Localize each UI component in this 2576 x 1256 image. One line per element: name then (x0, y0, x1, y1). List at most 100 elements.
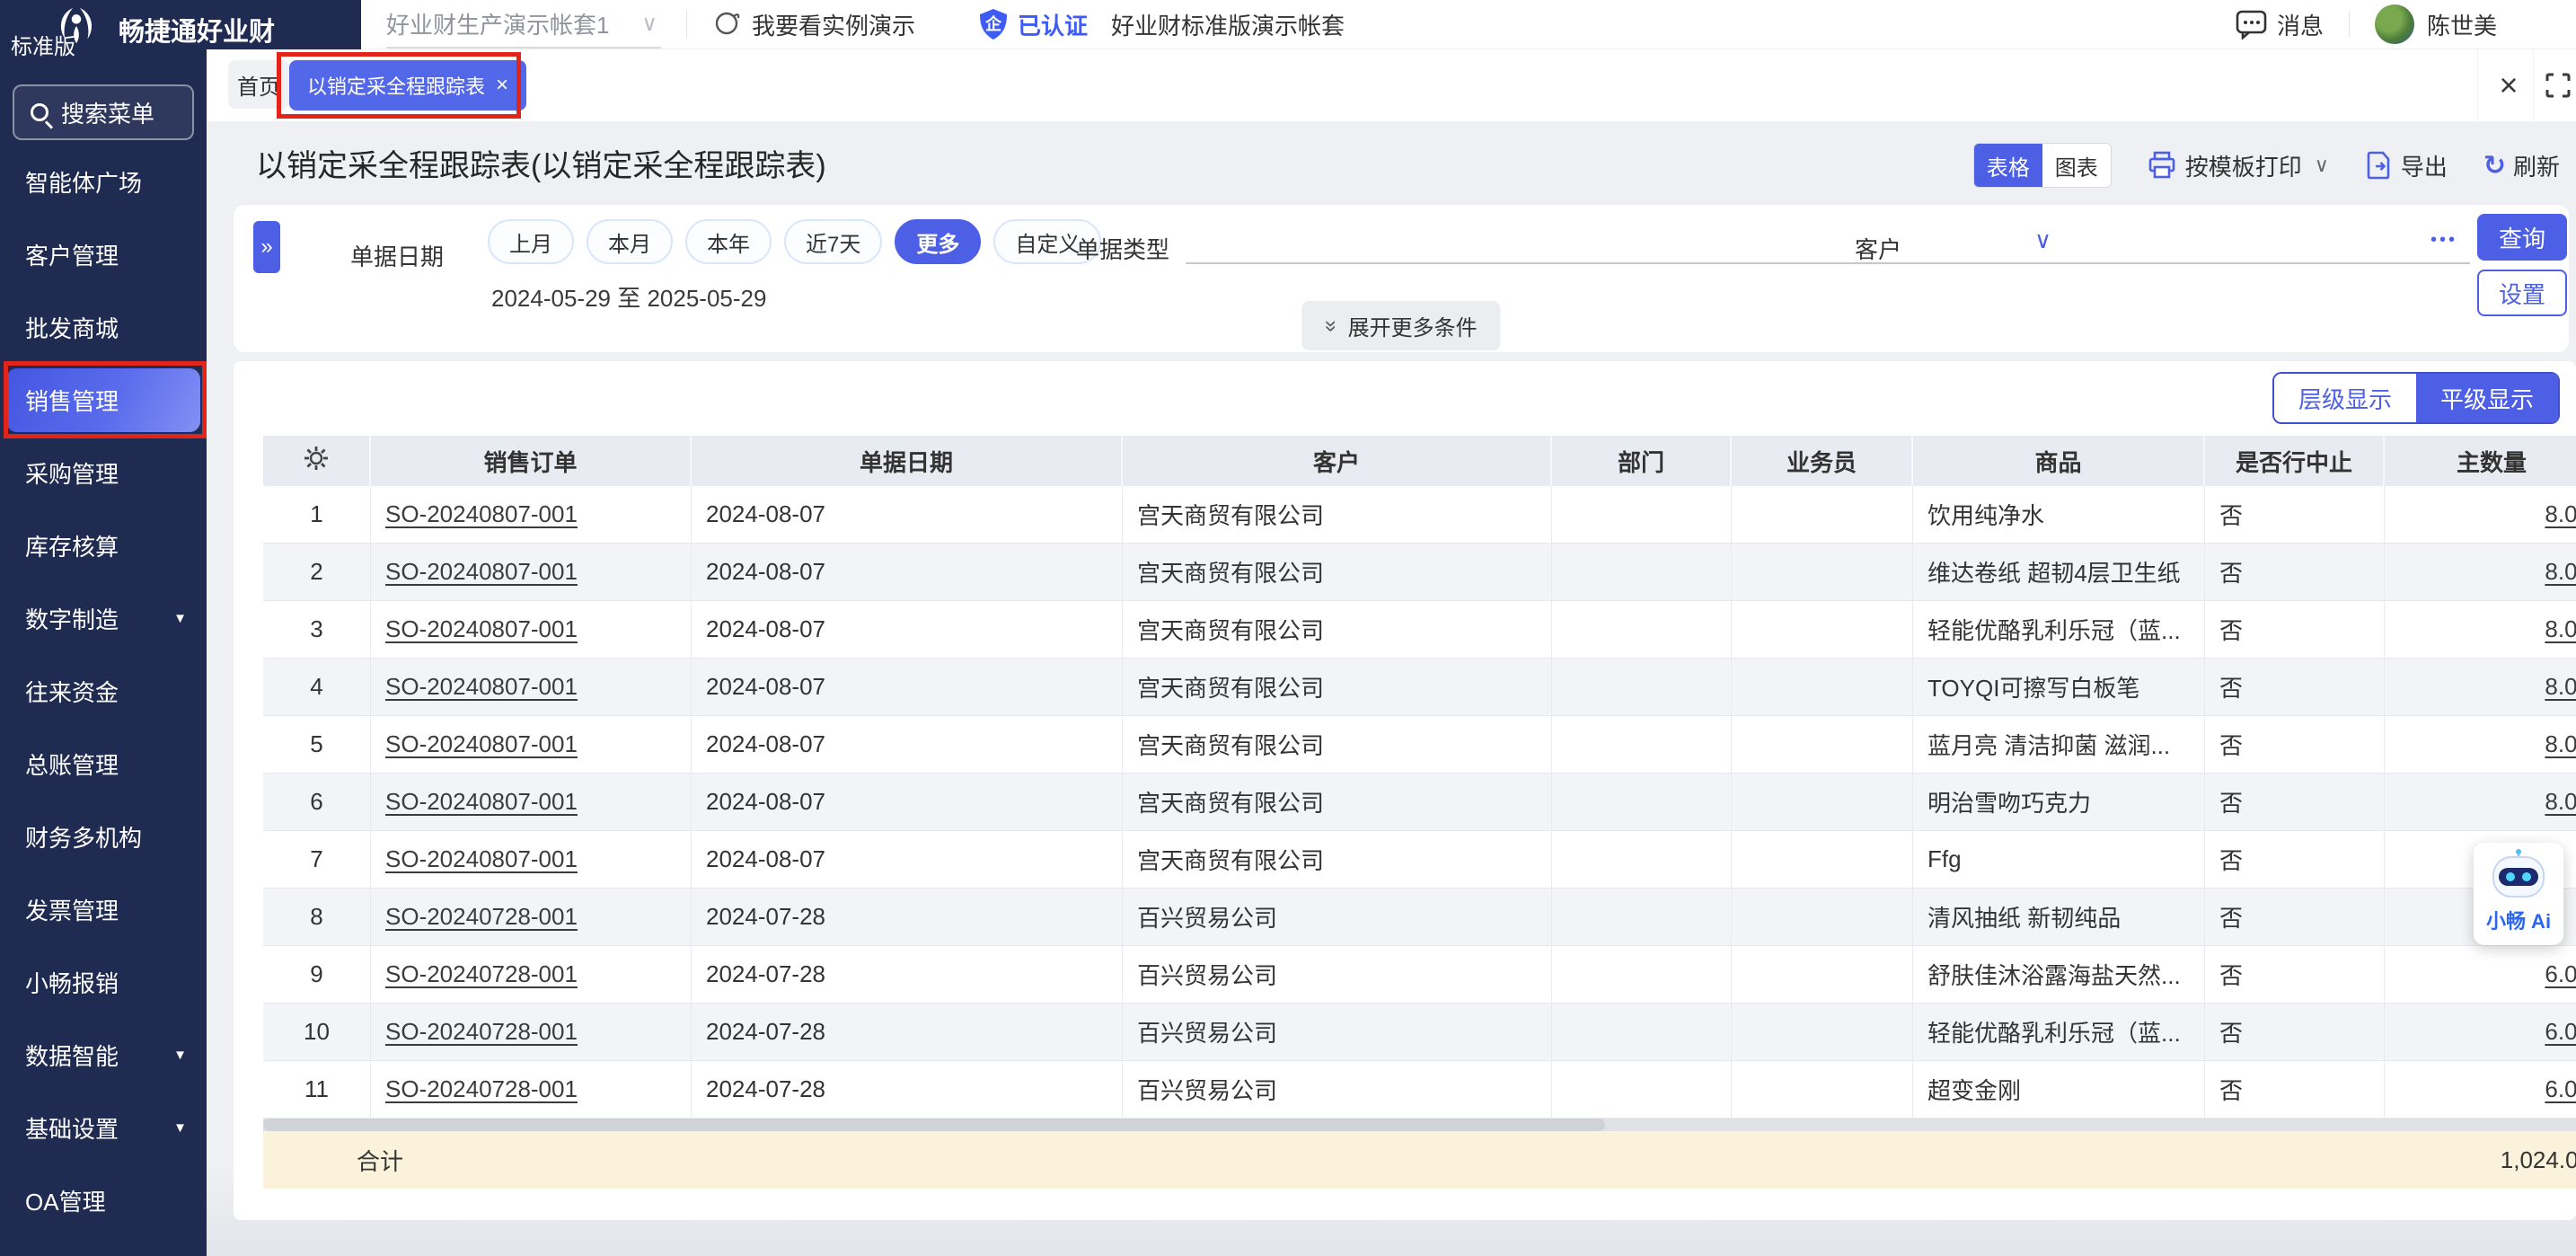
qty-link[interactable]: 8.00 (2545, 558, 2576, 585)
qty-link[interactable]: 6.00 (2545, 1018, 2576, 1045)
column-settings-button[interactable] (263, 436, 371, 486)
order-link[interactable]: SO-20240807-001 (385, 845, 578, 872)
more-options-icon[interactable]: ••• (2430, 230, 2457, 251)
sidebar-item[interactable]: 销售管理 (0, 364, 207, 437)
table-cell: 轻能优酪乳利乐冠（蓝... (1913, 601, 2205, 659)
sidebar-item[interactable]: OA管理 (0, 1164, 207, 1237)
avatar[interactable] (2375, 4, 2414, 44)
tab-active-report[interactable]: 以销定采全程跟踪表 × (289, 60, 526, 111)
table-row: 3SO-20240807-0012024-08-07宫天商贸有限公司轻能优酪乳利… (263, 601, 2576, 659)
tab-bar: 首页 以销定采全程跟踪表 × × (207, 49, 2576, 121)
expand-more-conditions-button[interactable]: » 展开更多条件 (1301, 301, 1500, 350)
fullscreen-icon[interactable] (2545, 73, 2571, 98)
date-preset-pill[interactable]: 上月 (488, 219, 574, 264)
order-link[interactable]: SO-20240807-001 (385, 558, 578, 585)
table-cell: 6.00 (2385, 1061, 2576, 1119)
sidebar-item[interactable]: 批发商城 (0, 291, 207, 364)
settings-button[interactable]: 设置 (2477, 270, 2567, 316)
refresh-button[interactable]: ↻ 刷新 (2483, 149, 2560, 182)
sidebar-item[interactable]: 小畅报销 (0, 946, 207, 1019)
divider (2349, 11, 2350, 38)
column-header[interactable]: 单据日期 (692, 436, 1123, 486)
order-link[interactable]: SO-20240728-001 (385, 903, 578, 930)
print-by-template-button[interactable]: 按模板打印 ∨ (2148, 149, 2329, 182)
table-cell: 否 (2205, 544, 2385, 601)
order-link[interactable]: SO-20240807-001 (385, 500, 578, 527)
horizontal-scrollbar[interactable] (263, 1119, 2576, 1131)
qty-link[interactable]: 8.00 (2545, 673, 2576, 700)
table-total-row: 合计 1,024.00 (263, 1131, 2576, 1189)
qty-link[interactable]: 8.00 (2545, 788, 2576, 815)
date-range-value[interactable]: 2024-05-29 至 2025-05-29 (491, 280, 766, 314)
table-cell: 明治雪吻巧克力 (1913, 774, 2205, 831)
date-preset-pill[interactable]: 更多 (895, 219, 981, 264)
customer-input[interactable]: ••• (1919, 217, 2470, 264)
tab-home[interactable]: 首页 (228, 60, 289, 109)
sidebar-item[interactable]: 发票管理 (0, 873, 207, 946)
sidebar-search-input[interactable]: 搜索菜单 (13, 84, 194, 140)
sidebar-item[interactable]: 基础设置▼ (0, 1092, 207, 1164)
qty-link[interactable]: 8.00 (2545, 500, 2576, 527)
qty-link[interactable]: 6.00 (2545, 960, 2576, 987)
flat-display-button[interactable]: 平级显示 (2416, 374, 2558, 422)
hierarchy-display-button[interactable]: 层级显示 (2274, 374, 2416, 422)
sidebar-item-label: 基础设置 (25, 1111, 119, 1145)
ai-assistant-widget[interactable]: 小畅 Ai (2474, 843, 2563, 945)
table-cell: 8.00 (2385, 716, 2576, 774)
collapse-filter-handle[interactable]: » (253, 221, 280, 273)
column-header[interactable]: 销售订单 (371, 436, 692, 486)
close-page-button[interactable]: × (2484, 49, 2533, 121)
column-header[interactable]: 客户 (1123, 436, 1552, 486)
order-link[interactable]: SO-20240807-001 (385, 788, 578, 815)
scrollbar-thumb[interactable] (263, 1119, 1605, 1131)
table-cell: 否 (2205, 659, 2385, 716)
divider (2477, 49, 2478, 121)
view-table-button[interactable]: 表格 (1974, 144, 2042, 187)
sidebar-item[interactable]: 客户管理 (0, 218, 207, 291)
table-cell: 2024-08-07 (692, 659, 1123, 716)
sidebar-item[interactable]: 财务多机构 (0, 800, 207, 873)
order-link[interactable]: SO-20240728-001 (385, 1075, 578, 1102)
messages-button[interactable]: 消息 (2236, 8, 2324, 41)
tab-active-label: 以销定采全程跟踪表 (307, 71, 485, 100)
export-button[interactable]: 导出 (2365, 149, 2448, 182)
order-link[interactable]: SO-20240728-001 (385, 960, 578, 987)
sidebar-item[interactable]: 往来资金 (0, 655, 207, 728)
table-cell: 6.00 (2385, 946, 2576, 1004)
table-cell: 否 (2205, 601, 2385, 659)
order-link[interactable]: SO-20240807-001 (385, 673, 578, 700)
column-header[interactable]: 业务员 (1732, 436, 1913, 486)
sidebar-item-label: 发票管理 (25, 893, 119, 926)
query-button[interactable]: 查询 (2477, 214, 2567, 261)
order-link[interactable]: SO-20240807-001 (385, 615, 578, 642)
account-set-selector[interactable]: 好业财生产演示帐套1 ∨ (386, 0, 661, 49)
date-preset-pill[interactable]: 本年 (685, 219, 772, 264)
user-name[interactable]: 陈世美 (2427, 8, 2497, 41)
column-header[interactable]: 部门 (1552, 436, 1732, 486)
table-cell: 2024-07-28 (692, 1004, 1123, 1061)
sidebar-item[interactable]: 数字制造▼ (0, 582, 207, 655)
column-header[interactable]: 商品 (1913, 436, 2205, 486)
date-preset-pill[interactable]: 本月 (587, 219, 673, 264)
view-chart-button[interactable]: 图表 (2042, 144, 2111, 187)
column-header[interactable]: 是否行中止 (2205, 436, 2385, 486)
sidebar-item[interactable]: 智能体广场 (0, 146, 207, 218)
qty-link[interactable]: 8.00 (2545, 615, 2576, 642)
filter-panel: » 单据日期 上月本月本年近7天更多自定义 2024-05-29 至 2025-… (234, 205, 2569, 352)
column-header[interactable]: 主数量 (2385, 436, 2576, 486)
qty-link[interactable]: 8.00 (2545, 730, 2576, 757)
sidebar-item-label: OA管理 (25, 1184, 106, 1217)
sidebar-item[interactable]: 总账管理 (0, 728, 207, 800)
sidebar-item[interactable]: 数据智能▼ (0, 1019, 207, 1092)
sidebar-item[interactable]: 采购管理 (0, 437, 207, 509)
tab-close-icon[interactable]: × (496, 73, 508, 98)
date-preset-pill[interactable]: 近7天 (784, 219, 882, 264)
qty-link[interactable]: 6.00 (2545, 1075, 2576, 1102)
order-link[interactable]: SO-20240728-001 (385, 1018, 578, 1045)
demo-link[interactable]: 我要看实例演示 (712, 8, 915, 41)
order-link[interactable]: SO-20240807-001 (385, 730, 578, 757)
certified-badge[interactable]: 企 已认证 (978, 8, 1088, 41)
total-label: 合计 (357, 1144, 403, 1177)
table-cell: 8.00 (2385, 544, 2576, 601)
sidebar-item[interactable]: 库存核算 (0, 509, 207, 582)
